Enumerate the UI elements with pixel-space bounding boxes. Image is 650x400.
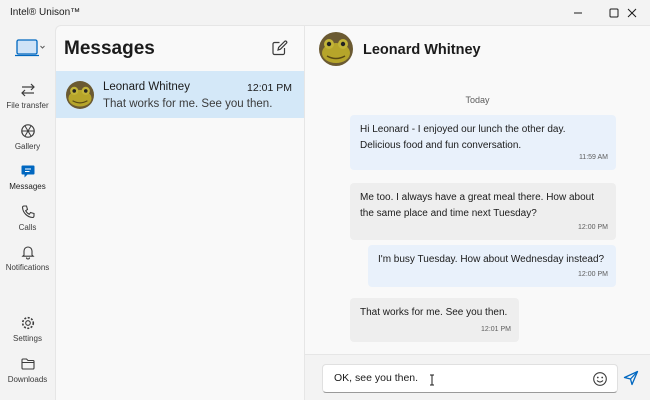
message-time: 12:00 PM: [578, 224, 608, 231]
conversation-list-pane: Messages Leonard Whitney 12:01 PM That w…: [55, 25, 305, 400]
conversation-preview: That works for me. See you then.: [103, 98, 273, 110]
chat-pane: Leonard Whitney Today Hi Leonard - I enj…: [305, 25, 650, 400]
minimize-button[interactable]: [560, 0, 596, 25]
folder-icon: [20, 358, 35, 370]
message-line: the same place and time next Tuesday?: [360, 208, 537, 219]
nav-downloads[interactable]: Downloads: [0, 356, 55, 394]
file-transfer-icon: [20, 83, 35, 97]
nav-label: Calls: [18, 223, 37, 232]
page-title: Messages: [64, 38, 155, 59]
avatar: [319, 32, 353, 66]
message-bubble-sent[interactable]: I'm busy Tuesday. How about Wednesday in…: [368, 245, 616, 287]
nav-label: Gallery: [14, 142, 41, 151]
nav-label: Messages: [9, 182, 46, 191]
emoji-button[interactable]: [592, 371, 608, 387]
chat-header: Leonard Whitney: [305, 26, 650, 72]
conversation-time: 12:01 PM: [247, 82, 292, 94]
frog-avatar-icon: [319, 32, 353, 66]
nav-rail: File transfer Gallery Messages Calls Not…: [0, 25, 55, 400]
device-selector[interactable]: [14, 38, 54, 58]
phone-icon: [21, 205, 35, 219]
nav-label: Settings: [13, 334, 42, 343]
message-bubble-received[interactable]: That works for me. See you then. 12:01 P…: [350, 298, 519, 342]
laptop-icon: [15, 39, 45, 57]
nav-settings[interactable]: Settings: [0, 315, 55, 353]
gallery-icon: [20, 124, 35, 138]
nav-label: File transfer: [6, 101, 49, 110]
contact-name: Leonard Whitney: [363, 42, 481, 58]
close-button[interactable]: [614, 0, 650, 25]
gear-icon: [21, 316, 34, 330]
title-bar: Intel® Unison™: [0, 0, 650, 25]
message-composer: OK, see you then.: [305, 354, 650, 400]
nav-label: Downloads: [7, 375, 48, 384]
message-time: 11:59 AM: [578, 154, 608, 161]
send-icon: [623, 370, 639, 386]
emoji-icon: [593, 372, 607, 386]
avatar: [66, 81, 94, 109]
close-icon: [627, 8, 637, 17]
conversation-item[interactable]: Leonard Whitney 12:01 PM That works for …: [56, 71, 304, 118]
message-line: That works for me. See you then.: [360, 307, 508, 318]
minimize-icon: [574, 12, 582, 13]
message-line: I'm busy Tuesday. How about Wednesday in…: [378, 254, 605, 265]
send-button[interactable]: [623, 370, 639, 386]
frog-avatar-icon: [66, 81, 94, 109]
message-time: 12:01 PM: [481, 326, 511, 333]
text-cursor-icon: [430, 374, 434, 386]
messages-icon: [21, 165, 34, 178]
nav-file-transfer[interactable]: File transfer: [0, 82, 55, 120]
message-line: Me too. I always have a great meal there…: [360, 192, 595, 203]
message-bubble-received[interactable]: Me too. I always have a great meal there…: [350, 183, 616, 240]
conversation-name: Leonard Whitney: [103, 81, 190, 93]
message-line: Delicious food and fun conversation.: [360, 140, 522, 151]
compose-icon: [272, 40, 288, 56]
new-message-button[interactable]: [269, 38, 289, 58]
app-title: Intel® Unison™: [10, 7, 81, 18]
message-bubble-sent[interactable]: Hi Leonard - I enjoyed our lunch the oth…: [350, 115, 616, 170]
nav-gallery[interactable]: Gallery: [0, 123, 55, 161]
nav-label: Notifications: [5, 263, 50, 272]
message-input[interactable]: OK, see you then.: [322, 364, 618, 393]
message-time: 12:00 PM: [578, 271, 608, 278]
message-line: Hi Leonard - I enjoyed our lunch the oth…: [360, 124, 566, 135]
nav-messages[interactable]: Messages: [0, 163, 55, 201]
message-input-text: OK, see you then.: [334, 372, 419, 384]
bell-icon: [20, 246, 35, 260]
nav-calls[interactable]: Calls: [0, 204, 55, 242]
day-separator: Today: [465, 95, 490, 105]
nav-notifications[interactable]: Notifications: [0, 244, 55, 282]
